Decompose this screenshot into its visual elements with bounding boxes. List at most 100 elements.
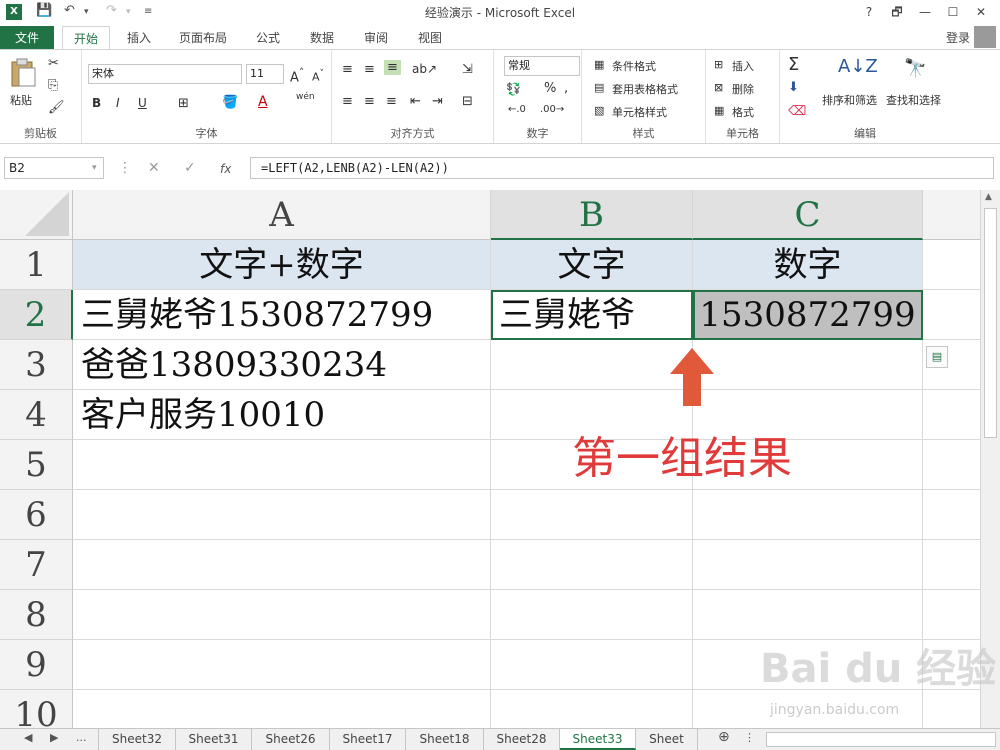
cell-d1[interactable] xyxy=(923,240,980,290)
maximize-button[interactable]: ☐ xyxy=(942,2,964,22)
tab-home[interactable]: 开始 xyxy=(62,26,110,50)
cancel-icon[interactable]: ✕ xyxy=(148,160,160,176)
merge-center-icon[interactable]: ⊟ xyxy=(462,94,473,109)
conditional-format-icon[interactable]: ▦ xyxy=(594,58,604,71)
align-right-icon[interactable]: ≡ xyxy=(386,94,397,109)
align-bottom-icon[interactable]: ≡ xyxy=(384,60,401,75)
cell-a2[interactable]: 三舅姥爷1530872799 xyxy=(73,290,491,340)
enter-icon[interactable]: ✓ xyxy=(184,160,196,176)
comma-button[interactable]: , xyxy=(564,81,568,96)
sheet-tab-sheet26[interactable]: Sheet26 xyxy=(252,729,330,750)
align-top-icon[interactable]: ≡ xyxy=(342,62,353,77)
find-select-button[interactable]: 查找和选择 xyxy=(886,92,941,108)
cell-b2[interactable]: 三舅姥爷 xyxy=(491,290,693,340)
cell-a6[interactable] xyxy=(73,490,491,540)
cell-b3[interactable] xyxy=(491,340,693,390)
cell-d8[interactable] xyxy=(923,590,980,640)
cell-d7[interactable] xyxy=(923,540,980,590)
increase-decimal-icon[interactable]: ←.0 xyxy=(508,104,526,115)
ribbon-display-button[interactable]: 🗗 xyxy=(886,2,908,22)
sheet-tab-sheet33[interactable]: Sheet33 xyxy=(560,729,636,750)
copy-icon[interactable]: ⎘ xyxy=(48,78,58,93)
scroll-up-icon[interactable]: ▲ xyxy=(985,192,992,202)
cell-d10[interactable] xyxy=(923,690,980,728)
row-header-4[interactable]: 4 xyxy=(0,390,73,440)
tab-view[interactable]: 视图 xyxy=(406,26,454,50)
paste-icon[interactable] xyxy=(10,58,36,88)
number-format-select[interactable]: 常规 xyxy=(504,56,580,76)
shrink-font-icon[interactable]: A˅ xyxy=(312,68,324,84)
clear-icon[interactable]: ⌫ xyxy=(788,104,806,119)
fill-icon[interactable]: ⬇ xyxy=(788,80,799,95)
bold-button[interactable]: B xyxy=(92,96,101,110)
percent-button[interactable]: % xyxy=(544,81,556,96)
format-as-table-button[interactable]: 套用表格格式 xyxy=(612,81,678,97)
cell-b9[interactable] xyxy=(491,640,693,690)
cell-d4[interactable] xyxy=(923,390,980,440)
vertical-scroll-thumb[interactable] xyxy=(984,208,997,438)
minimize-button[interactable]: — xyxy=(914,2,936,22)
sheet-tab-sheet28[interactable]: Sheet28 xyxy=(484,729,560,750)
sheet-tab-sheet17[interactable]: Sheet17 xyxy=(330,729,406,750)
cell-a10[interactable] xyxy=(73,690,491,728)
font-size-select[interactable]: 11 xyxy=(246,64,284,84)
row-header-8[interactable]: 8 xyxy=(0,590,73,640)
column-header-c[interactable]: C xyxy=(693,190,923,240)
cell-b7[interactable] xyxy=(491,540,693,590)
cell-a5[interactable] xyxy=(73,440,491,490)
name-box-dropdown-icon[interactable]: ▾ xyxy=(92,163,97,173)
horizontal-scrollbar[interactable] xyxy=(766,732,996,747)
decrease-decimal-icon[interactable]: .00→ xyxy=(540,104,564,115)
insert-function-icon[interactable]: fx xyxy=(220,162,231,176)
row-header-7[interactable]: 7 xyxy=(0,540,73,590)
formula-input[interactable]: =LEFT(A2,LENB(A2)-LEN(A2)) xyxy=(250,157,994,179)
wrap-text-icon[interactable]: ⇲ xyxy=(462,62,473,77)
row-header-9[interactable]: 9 xyxy=(0,640,73,690)
border-icon[interactable]: ⊞ xyxy=(178,96,189,111)
cell-b1[interactable]: 文字 xyxy=(491,240,693,290)
font-name-select[interactable]: 宋体 xyxy=(88,64,242,84)
format-painter-icon[interactable]: 🖌 xyxy=(48,100,65,115)
grow-font-icon[interactable]: A˄ xyxy=(290,66,304,85)
decrease-indent-icon[interactable]: ⇤ xyxy=(410,94,421,109)
cell-styles-icon[interactable]: ▧ xyxy=(594,104,604,117)
tab-file[interactable]: 文件 xyxy=(0,26,54,50)
cell-c1[interactable]: 数字 xyxy=(693,240,923,290)
more-sheets-button[interactable]: ... xyxy=(76,731,87,744)
format-cells-button[interactable]: 格式 xyxy=(732,104,754,120)
accounting-format-icon[interactable]: 💱 xyxy=(506,82,521,96)
find-select-icon[interactable]: 🔭 xyxy=(904,58,926,79)
row-header-5[interactable]: 5 xyxy=(0,440,73,490)
tab-review[interactable]: 审阅 xyxy=(352,26,400,50)
cell-c6[interactable] xyxy=(693,490,923,540)
align-center-icon[interactable]: ≡ xyxy=(364,94,375,109)
insert-cells-icon[interactable]: ⊞ xyxy=(714,58,723,71)
column-header-a[interactable]: A xyxy=(73,190,491,240)
format-table-icon[interactable]: ▤ xyxy=(594,81,604,94)
row-header-6[interactable]: 6 xyxy=(0,490,73,540)
column-header-b[interactable]: B xyxy=(491,190,693,240)
paste-button[interactable]: 粘贴 xyxy=(10,92,32,108)
sheet-tab-sheet32[interactable]: Sheet32 xyxy=(98,729,176,750)
new-sheet-button[interactable]: ⊕ xyxy=(718,729,730,745)
cell-c7[interactable] xyxy=(693,540,923,590)
insert-cells-button[interactable]: 插入 xyxy=(732,58,754,74)
cell-styles-button[interactable]: 单元格样式 xyxy=(612,104,667,120)
delete-cells-button[interactable]: 删除 xyxy=(732,81,754,97)
close-button[interactable]: ✕ xyxy=(970,2,992,22)
cell-c3[interactable] xyxy=(693,340,923,390)
tab-data[interactable]: 数据 xyxy=(298,26,346,50)
next-sheet-icon[interactable]: ▶ xyxy=(50,731,58,744)
row-header-2[interactable]: 2 xyxy=(0,290,73,340)
cell-a1[interactable]: 文字+数字 xyxy=(73,240,491,290)
avatar[interactable] xyxy=(974,26,996,48)
row-header-10[interactable]: 10 xyxy=(0,690,73,728)
cell-d5[interactable] xyxy=(923,440,980,490)
increase-indent-icon[interactable]: ⇥ xyxy=(432,94,443,109)
tab-split-icon[interactable]: ⋮ xyxy=(744,731,755,744)
column-header-d[interactable] xyxy=(923,190,980,240)
prev-sheet-icon[interactable]: ◀ xyxy=(24,731,32,744)
align-middle-icon[interactable]: ≡ xyxy=(364,62,375,77)
cell-d6[interactable] xyxy=(923,490,980,540)
align-left-icon[interactable]: ≡ xyxy=(342,94,353,109)
